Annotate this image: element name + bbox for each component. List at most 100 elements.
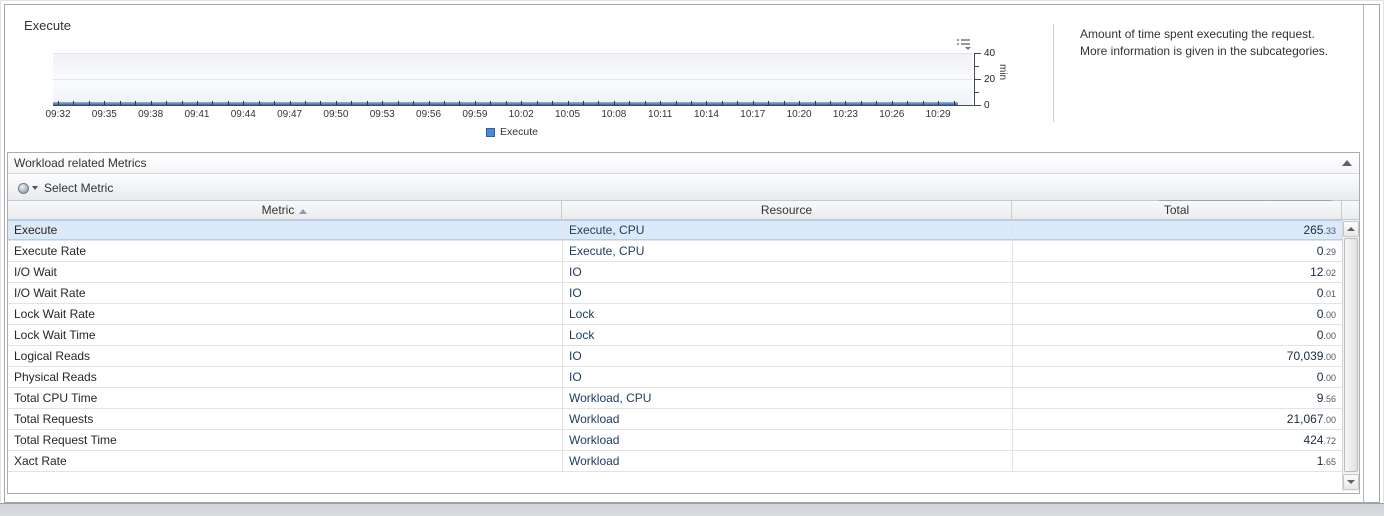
table-row[interactable]: Xact Rate Workload 1.65: [8, 451, 1342, 472]
x-axis-tick-label: 10:11: [648, 109, 672, 120]
resource-value: IO: [569, 370, 582, 384]
total-frac-value: .56: [1323, 394, 1336, 404]
total-frac-value: .00: [1323, 310, 1336, 320]
column-header-resource[interactable]: Resource: [562, 201, 1012, 219]
x-axis-tick: [691, 101, 692, 105]
resource-value: Execute, CPU: [569, 223, 644, 237]
x-axis-tick: [429, 101, 430, 105]
x-axis-tick: [197, 101, 198, 105]
metric-value: Execute Rate: [14, 244, 86, 258]
x-axis-tick-label: 09:44: [231, 109, 256, 120]
x-axis-tick: [398, 101, 399, 105]
legend-swatch: [486, 128, 495, 137]
y-tick: [974, 79, 981, 80]
total-frac-value: .29: [1323, 247, 1336, 257]
panel-collapse-button[interactable]: [1342, 160, 1352, 168]
x-axis-tick-label: 09:35: [92, 109, 117, 120]
x-axis-tick: [645, 101, 646, 105]
legend-label: Execute: [500, 126, 538, 138]
resource-cell: Execute, CPU: [562, 241, 1012, 261]
x-axis-tick-label: 10:23: [833, 109, 858, 120]
x-axis-tick-label: 09:41: [184, 109, 209, 120]
scroll-down-icon: [1347, 480, 1355, 484]
metric-cell: Total Requests: [8, 409, 562, 429]
x-axis-tick: [568, 101, 569, 105]
scrollbar-thumb[interactable]: [1344, 238, 1358, 472]
resource-value: Workload: [569, 412, 619, 426]
chart-options-icon[interactable]: [956, 38, 972, 51]
caret-down-icon: [32, 186, 38, 190]
table-row[interactable]: Lock Wait Rate Lock 0.00: [8, 304, 1342, 325]
scroll-up-button[interactable]: [1343, 221, 1359, 237]
metric-cell: Execute Rate: [8, 241, 562, 261]
column-header-total[interactable]: Total: [1012, 201, 1342, 219]
x-axis-tick-label: 10:08: [601, 109, 626, 120]
x-axis-tick-label: 10:17: [740, 109, 765, 120]
metric-cell: Logical Reads: [8, 346, 562, 366]
resource-cell: Workload, CPU: [562, 388, 1012, 408]
x-axis-tick: [259, 101, 260, 105]
column-header-metric[interactable]: Metric: [8, 201, 562, 219]
table-row[interactable]: Lock Wait Time Lock 0.00: [8, 325, 1342, 346]
total-cell: 21,067.00: [1012, 409, 1342, 429]
scroll-down-button[interactable]: [1343, 474, 1359, 490]
select-metric-button[interactable]: Select Metric: [18, 179, 113, 197]
resource-cell: Execute, CPU: [562, 220, 1012, 240]
total-cell: 0.00: [1012, 367, 1342, 387]
x-axis-tick: [892, 101, 893, 105]
x-axis-tick-label: 09:53: [370, 109, 395, 120]
resource-cell: Lock: [562, 325, 1012, 345]
table-row[interactable]: Logical Reads IO 70,039.00: [8, 346, 1342, 367]
x-axis-tick-label: 10:02: [509, 109, 534, 120]
total-cell: 1.65: [1012, 451, 1342, 471]
x-axis-tick: [182, 101, 183, 105]
x-axis-tick: [151, 101, 152, 105]
x-axis-tick: [212, 101, 213, 105]
resource-cell: IO: [562, 262, 1012, 282]
chart-title: Execute: [24, 18, 71, 33]
x-axis-tick: [923, 101, 924, 105]
total-int-value: 12: [1310, 265, 1323, 279]
table-row[interactable]: Execute Rate Execute, CPU 0.29: [8, 241, 1342, 262]
metric-value: Logical Reads: [14, 349, 90, 363]
x-axis-tick: [243, 101, 244, 105]
metric-cell: Total Request Time: [8, 430, 562, 450]
x-axis-tick: [274, 101, 275, 105]
x-axis-tick-label: 10:20: [787, 109, 812, 120]
x-axis-tick: [598, 101, 599, 105]
workload-metrics-panel: Workload related Metrics Select Metric: [7, 152, 1360, 494]
table-row[interactable]: I/O Wait IO 12.02: [8, 262, 1342, 283]
x-axis-tick-label: 10:05: [555, 109, 580, 120]
x-axis-tick: [861, 101, 862, 105]
table-row[interactable]: Total Request Time Workload 424.72: [8, 430, 1342, 451]
x-axis-tick: [753, 101, 754, 105]
metric-sphere-icon: [18, 183, 29, 194]
collapse-up-icon: [1342, 160, 1352, 166]
total-frac-value: .01: [1323, 289, 1336, 299]
metric-value: Total Requests: [14, 412, 93, 426]
x-axis-tick: [135, 101, 136, 105]
vertical-divider: [1053, 24, 1054, 122]
total-cell: 0.29: [1012, 241, 1342, 261]
metric-value: Total Request Time: [14, 433, 117, 447]
x-axis-tick: [228, 101, 229, 105]
metric-value: Execute: [14, 223, 57, 237]
table-row[interactable]: Execute Execute, CPU 265.33: [8, 220, 1342, 241]
table-row[interactable]: Total Requests Workload 21,067.00: [8, 409, 1342, 430]
table-row[interactable]: Physical Reads IO 0.00: [8, 367, 1342, 388]
total-cell: 12.02: [1012, 262, 1342, 282]
total-int-value: 70,039: [1287, 349, 1324, 363]
resource-cell: Workload: [562, 430, 1012, 450]
resource-value: Lock: [569, 307, 594, 321]
x-axis-tick: [490, 101, 491, 105]
x-axis-tick: [444, 101, 445, 105]
total-frac-value: .02: [1323, 268, 1336, 278]
table-row[interactable]: Total CPU Time Workload, CPU 9.56: [8, 388, 1342, 409]
x-axis-tick: [475, 101, 476, 105]
resource-cell: Workload: [562, 451, 1012, 471]
x-axis: [53, 105, 975, 106]
resource-value: IO: [569, 265, 582, 279]
table-scrollbar[interactable]: [1342, 220, 1359, 491]
table-row[interactable]: I/O Wait Rate IO 0.01: [8, 283, 1342, 304]
x-axis-tick: [305, 101, 306, 105]
